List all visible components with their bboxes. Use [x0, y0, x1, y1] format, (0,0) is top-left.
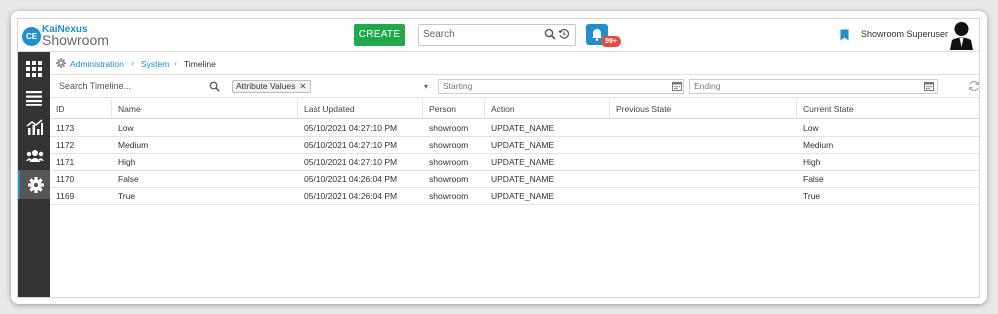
timeline-search-input[interactable]: Search Timeline...: [59, 81, 131, 91]
sidebar-item-people[interactable]: [18, 141, 50, 170]
cell-person: showroom: [429, 174, 469, 184]
cell-last-updated: 05/10/2021 04:27:10 PM: [304, 157, 398, 167]
cell-person: showroom: [429, 140, 469, 150]
cell-previous-state: [610, 154, 616, 171]
cell-current-state: Low: [803, 123, 819, 133]
start-date-input[interactable]: Starting: [438, 79, 684, 94]
cell-action: UPDATE_NAME: [491, 174, 555, 184]
sidebar: [18, 52, 50, 297]
table-row[interactable]: 1172 Medium 05/10/2021 04:27:10 PM showroom…: [50, 137, 979, 154]
top-bar: CE KaiNexus Showroom CREATE Search 99+ S…: [18, 19, 979, 52]
create-button[interactable]: CREATE: [354, 24, 405, 46]
logo-badge: CE: [22, 27, 41, 46]
column-header-previous-state[interactable]: Previous State: [610, 99, 797, 119]
cell-last-updated: 05/10/2021 04:27:10 PM: [304, 140, 398, 150]
cell-name: Medium: [118, 140, 149, 150]
table-header: ID Name Last Updated Person Action Previ…: [50, 99, 979, 119]
remove-filter-icon[interactable]: ✕: [299, 81, 306, 91]
app-window: CE KaiNexus Showroom CREATE Search 99+ S…: [17, 18, 980, 298]
breadcrumb-system[interactable]: System: [141, 59, 169, 69]
breadcrumb-administration[interactable]: Administration: [70, 59, 124, 69]
sidebar-item-apps[interactable]: [18, 54, 50, 83]
search-icon[interactable]: [544, 28, 556, 40]
attribute-values-filter-tag[interactable]: Attribute Values ✕: [232, 80, 311, 93]
cell-name: Low: [118, 123, 134, 133]
sidebar-item-list[interactable]: [18, 83, 50, 112]
search-icon[interactable]: [209, 81, 220, 92]
cell-id: 1169: [56, 191, 75, 201]
calendar-icon[interactable]: [924, 81, 934, 91]
cell-person: showroom: [429, 157, 469, 167]
logo-subtitle: Showroom: [42, 32, 109, 48]
cell-id: 1171: [56, 157, 75, 167]
cell-action: UPDATE_NAME: [491, 191, 555, 201]
sidebar-item-analytics[interactable]: [18, 112, 50, 141]
column-header-action[interactable]: Action: [485, 99, 610, 119]
bookmark-icon[interactable]: [840, 29, 849, 41]
cell-id: 1170: [56, 174, 75, 184]
refresh-icon[interactable]: [968, 80, 980, 92]
cell-person: showroom: [429, 123, 469, 133]
list-icon: [26, 91, 42, 106]
breadcrumb-separator: ›: [174, 58, 177, 68]
table-row[interactable]: 1170 False 05/10/2021 04:26:04 PM showroom U…: [50, 171, 979, 188]
cell-id: 1172: [56, 140, 75, 150]
cell-previous-state: [610, 188, 616, 205]
cell-action: UPDATE_NAME: [491, 157, 555, 167]
cell-id: 1173: [56, 123, 75, 133]
breadcrumb-separator: ›: [131, 58, 134, 68]
breadcrumb-gear-icon: [56, 58, 66, 68]
sidebar-item-settings[interactable]: [18, 170, 50, 199]
cell-previous-state: [610, 120, 616, 137]
table-row[interactable]: 1173 Low 05/10/2021 04:27:10 PM showroom UPD…: [50, 120, 979, 137]
column-header-id[interactable]: ID: [50, 99, 112, 119]
column-header-name[interactable]: Name: [112, 99, 298, 119]
cell-current-state: High: [803, 157, 821, 167]
cell-last-updated: 05/10/2021 04:27:10 PM: [304, 123, 398, 133]
column-header-current-state[interactable]: Current State: [797, 99, 979, 119]
app-logo[interactable]: CE KaiNexus Showroom: [20, 22, 130, 50]
people-icon: [26, 150, 44, 162]
notification-count-badge: 99+: [601, 36, 621, 47]
column-header-person[interactable]: Person: [423, 99, 485, 119]
chevron-down-icon[interactable]: ▾: [424, 82, 428, 91]
table-row[interactable]: 1171 High 05/10/2021 04:27:10 PM showroom UP…: [50, 154, 979, 171]
column-header-last-updated[interactable]: Last Updated: [298, 99, 423, 119]
breadcrumb-current: Timeline: [184, 59, 216, 69]
cell-last-updated: 05/10/2021 04:26:04 PM: [304, 191, 398, 201]
cell-current-state: False: [803, 174, 824, 184]
end-date-input[interactable]: Ending: [689, 79, 938, 94]
settings-gear-icon: [28, 177, 44, 193]
cell-name: False: [118, 174, 139, 184]
user-name[interactable]: Showroom Superuser: [861, 29, 948, 39]
table-row[interactable]: 1169 True 05/10/2021 04:26:04 PM showroom UP…: [50, 188, 979, 205]
cell-action: UPDATE_NAME: [491, 123, 555, 133]
cell-name: High: [118, 157, 136, 167]
history-icon[interactable]: [558, 28, 570, 40]
cell-action: UPDATE_NAME: [491, 140, 555, 150]
cell-previous-state: [610, 171, 616, 188]
user-avatar[interactable]: [948, 20, 975, 50]
cell-previous-state: [610, 137, 616, 154]
cell-person: showroom: [429, 191, 469, 201]
apps-grid-icon: [26, 61, 42, 77]
analytics-icon: [26, 119, 43, 135]
cell-current-state: Medium: [803, 140, 834, 150]
cell-current-state: True: [803, 191, 821, 201]
cell-name: True: [118, 191, 136, 201]
filter-tag-label: Attribute Values: [236, 81, 296, 91]
cell-last-updated: 05/10/2021 04:26:04 PM: [304, 174, 398, 184]
calendar-icon[interactable]: [672, 81, 682, 91]
